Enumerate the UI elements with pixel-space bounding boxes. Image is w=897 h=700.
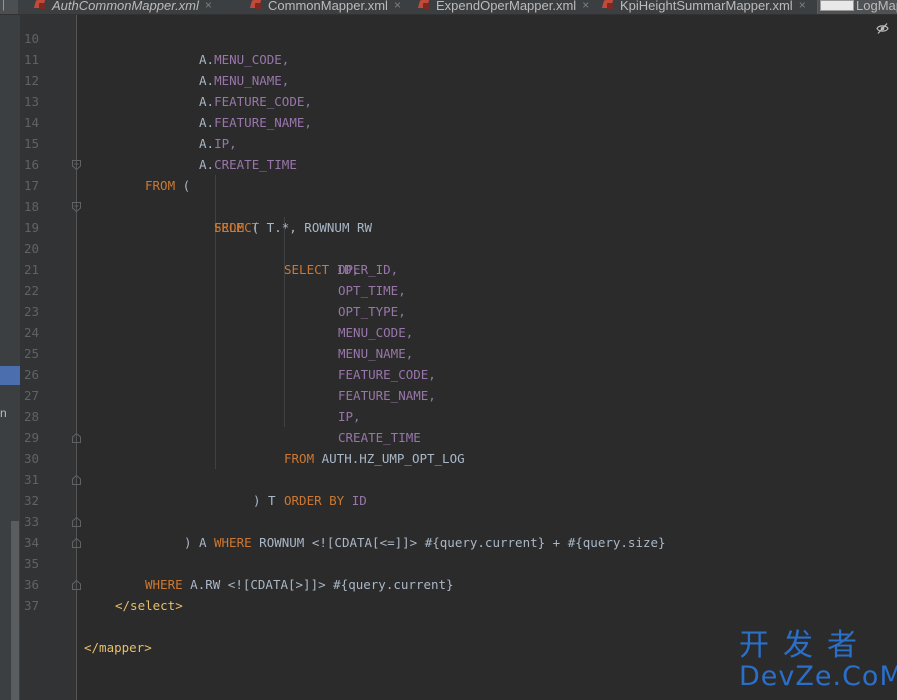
code-line-27: 27 IP,	[20, 364, 897, 424]
code-line-26: 26 FEATURE_NAME,	[20, 343, 897, 403]
code-line-30: 30 ORDER BY ID	[20, 427, 897, 508]
fold-end-marker-icon[interactable]	[72, 580, 81, 590]
code-line-31: 31 ) T	[20, 448, 897, 508]
vertical-scrollbar-thumb[interactable]	[11, 521, 19, 700]
watermark-chinese: 开发者	[739, 628, 871, 663]
code-line-19: 19 SELECT ID,	[20, 196, 897, 277]
code-line-10: 10 A.MENU_CODE,	[20, 7, 897, 67]
code-line-15: 15 A.CREATE_TIME	[20, 112, 897, 172]
code-line-35: 35 </select>	[20, 532, 897, 613]
code-line-11: 11 A.MENU_NAME,	[20, 28, 897, 88]
code-line-18: 18 FROM (	[20, 175, 897, 235]
fold-end-marker-icon[interactable]	[72, 475, 81, 485]
code-line-23: 23 MENU_CODE,	[20, 280, 897, 340]
code-line-28: 28 CREATE_TIME	[20, 385, 897, 445]
code-line-24: 24 MENU_NAME,	[20, 301, 897, 361]
code-line-34: 34 WHERE A.RW <![CDATA[>]]> #{query.curr…	[20, 511, 897, 592]
site-watermark: 开发者 DevZe.CoM	[739, 628, 897, 694]
fold-end-marker-icon[interactable]	[72, 538, 81, 548]
watermark-latin: DevZe.CoM	[739, 661, 897, 692]
project-tree-text-fragment: n	[0, 406, 7, 420]
line-number: 37	[23, 598, 39, 613]
code-line-13: 13 A.FEATURE_NAME,	[20, 70, 897, 130]
code-line-33: 33 ) A	[20, 490, 897, 550]
fold-end-marker-icon[interactable]	[72, 517, 81, 527]
code-line-14: 14 A.IP,	[20, 91, 897, 151]
code-line-16: 16 FROM (	[20, 133, 897, 193]
code-line-37: 37 </mapper>	[20, 574, 897, 655]
code-line-32: 32 WHERE ROWNUM <![CDATA[<=]]> #{query.c…	[20, 469, 897, 550]
code-editor[interactable]: 10 A.MENU_CODE, 11 A.MENU_NAME, 12 A.FEA…	[20, 0, 897, 700]
tab-bar-leading-edge: |	[0, 0, 18, 14]
code-line-21: 21 OPT_TIME,	[20, 238, 897, 298]
project-tree-selected-row[interactable]	[0, 366, 20, 385]
code-line-20: 20 OPER_ID,	[20, 217, 897, 277]
fold-end-marker-icon[interactable]	[72, 433, 81, 443]
code-line-25: 25 FEATURE_CODE,	[20, 322, 897, 382]
code-line-29: 29 FROM AUTH.HZ_UMP_OPT_LOG	[20, 406, 897, 466]
code-line-22: 22 OPT_TYPE,	[20, 259, 897, 319]
code-line-12: 12 A.FEATURE_CODE,	[20, 49, 897, 109]
code-line-36: 36	[20, 553, 897, 592]
fold-marker-icon[interactable]	[72, 160, 81, 170]
code-line-17: 17 SELECT T.*, ROWNUM RW	[20, 154, 897, 235]
fold-marker-icon[interactable]	[72, 202, 81, 212]
